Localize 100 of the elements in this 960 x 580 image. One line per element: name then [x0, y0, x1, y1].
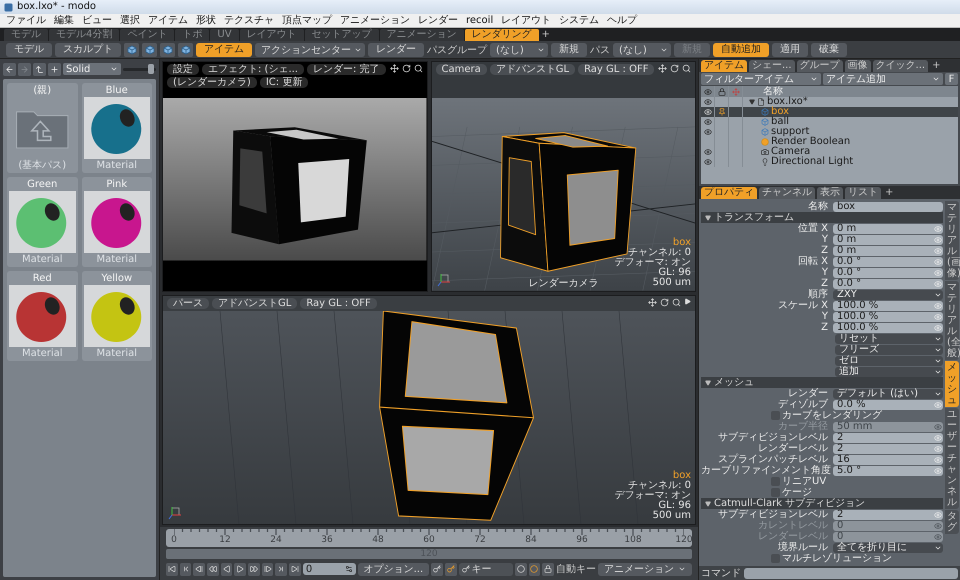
- number-field[interactable]: 2: [833, 432, 943, 442]
- animation-dropdown[interactable]: アニメーション: [598, 562, 692, 576]
- panel-tab[interactable]: グループ: [796, 60, 843, 72]
- number-field[interactable]: 0.0 °: [833, 278, 943, 288]
- outliner-row[interactable]: Directional Light: [701, 157, 958, 167]
- add-tab-button[interactable]: +: [930, 60, 942, 72]
- key-tool-button[interactable]: [514, 562, 527, 576]
- dropdown-button[interactable]: ゼロ: [835, 356, 943, 366]
- tool-button[interactable]: 破棄: [811, 42, 847, 56]
- panel-tab[interactable]: アイテム: [701, 60, 747, 72]
- tool-button[interactable]: 適用: [772, 42, 808, 56]
- layout-tab[interactable]: モデル4分割: [49, 29, 120, 41]
- menu-item[interactable]: recoil: [462, 14, 498, 27]
- menu-item[interactable]: 編集: [50, 14, 78, 27]
- frame-field[interactable]: 0: [302, 563, 356, 575]
- filter-button[interactable]: F: [945, 73, 958, 85]
- key-tool-button[interactable]: [528, 562, 540, 576]
- transport-button[interactable]: [289, 562, 301, 576]
- menu-item[interactable]: レイアウト: [497, 14, 556, 27]
- move-icon[interactable]: [658, 64, 668, 73]
- transport-button[interactable]: [193, 562, 206, 576]
- number-field[interactable]: 16: [833, 454, 943, 464]
- dropdown[interactable]: アクションセンター: [255, 42, 365, 56]
- checkbox[interactable]: [771, 488, 780, 497]
- number-field[interactable]: 0 m: [833, 246, 943, 256]
- section-header[interactable]: メッシュ: [701, 377, 943, 388]
- viewport-button[interactable]: 設定: [167, 64, 199, 75]
- add-item-dropdown[interactable]: アイテム追加: [823, 73, 943, 85]
- side-tab[interactable]: タグ: [945, 510, 959, 534]
- number-field[interactable]: 2: [833, 510, 943, 520]
- menu-item[interactable]: ファイル: [2, 14, 50, 27]
- back-button[interactable]: [3, 62, 16, 76]
- key-field[interactable]: キー: [458, 562, 513, 576]
- tool-button[interactable]: スカルプト: [55, 42, 121, 56]
- command-field[interactable]: [744, 568, 958, 578]
- menu-item[interactable]: システム: [555, 14, 604, 27]
- selection-mode-button[interactable]: [142, 42, 157, 56]
- number-field[interactable]: 5.0 °: [833, 466, 943, 476]
- menu-item[interactable]: 頂点マップ: [278, 14, 336, 27]
- number-field[interactable]: 100.0 %: [833, 322, 943, 332]
- layout-tab[interactable]: UV: [210, 29, 239, 41]
- rotate-icon[interactable]: [660, 298, 669, 306]
- layout-tab[interactable]: セットアップ: [304, 29, 379, 41]
- text-field[interactable]: box: [833, 202, 943, 212]
- filter-dropdown[interactable]: フィルターアイテム: [701, 73, 821, 85]
- outliner-row[interactable]: ball: [701, 117, 958, 127]
- panel-tab[interactable]: 表示: [817, 187, 843, 199]
- size-slider[interactable]: [123, 63, 156, 75]
- layout-tab[interactable]: レンダリング: [464, 29, 539, 41]
- expand-triangle-icon[interactable]: [749, 99, 755, 105]
- number-field[interactable]: 0.0 °: [833, 256, 943, 266]
- transport-button[interactable]: [220, 562, 232, 576]
- tool-button[interactable]: レンダー: [368, 42, 424, 56]
- dropdown-button[interactable]: フリーズ: [835, 344, 943, 354]
- layout-tab[interactable]: ペイント: [120, 29, 174, 41]
- transport-button[interactable]: [207, 562, 219, 576]
- timeline-ruler[interactable]: 0 12 24 36 48 60 72 84 96 108 120: [166, 529, 692, 547]
- transport-button[interactable]: [275, 562, 288, 576]
- dropdown-button[interactable]: 追加: [835, 366, 943, 376]
- options-button[interactable]: オプション...: [358, 562, 430, 576]
- dropdown-button[interactable]: リセット: [835, 334, 943, 344]
- play-icon[interactable]: [684, 298, 691, 304]
- transport-button[interactable]: [166, 562, 178, 576]
- rotate-icon[interactable]: [402, 64, 411, 73]
- transport-button[interactable]: [262, 562, 274, 576]
- section-header[interactable]: トランスフォーム: [701, 212, 943, 223]
- menu-item[interactable]: 形状: [192, 14, 220, 27]
- panel-tab[interactable]: リスト: [845, 187, 881, 199]
- view-mode-dropdown[interactable]: Solid: [63, 63, 121, 75]
- number-field[interactable]: 100.0 %: [833, 300, 943, 310]
- outliner-row[interactable]: box: [701, 107, 958, 117]
- panel-tab[interactable]: クイック...: [872, 60, 928, 72]
- key-tool-button[interactable]: [542, 562, 554, 576]
- number-field[interactable]: 100.0 %: [833, 312, 943, 322]
- tool-button[interactable]: アイテム: [196, 42, 252, 56]
- selection-mode-button[interactable]: [124, 42, 139, 56]
- add-tab-button[interactable]: +: [883, 187, 896, 199]
- layout-tab[interactable]: モデル: [4, 29, 48, 41]
- add-tab-button[interactable]: +: [540, 29, 552, 41]
- number-field[interactable]: 0 m: [833, 234, 943, 244]
- dropdown[interactable]: 全てを折り目に: [833, 542, 943, 552]
- viewport-button[interactable]: アドバンストGL: [490, 64, 576, 75]
- add-button[interactable]: [48, 62, 61, 76]
- search-icon[interactable]: [414, 64, 423, 73]
- key-tool-button[interactable]: [444, 562, 457, 576]
- viewport-button[interactable]: レンダー: 完了: [307, 64, 386, 75]
- search-icon[interactable]: [682, 64, 692, 73]
- outliner-row[interactable]: Camera: [701, 147, 958, 157]
- section-header[interactable]: Catmull-Clark サブディビジョン: [701, 498, 943, 509]
- panel-tab[interactable]: プロパティ: [701, 187, 757, 199]
- tool-button[interactable]: 自動追加: [713, 42, 769, 56]
- panel-tab[interactable]: シェー...: [749, 60, 795, 72]
- viewport-button[interactable]: (レンダーカメラ): [167, 77, 257, 88]
- dropdown[interactable]: デフォルト (はい): [833, 388, 943, 398]
- viewport-button[interactable]: アドバンストGL: [212, 298, 298, 308]
- move-icon[interactable]: [648, 298, 657, 306]
- transport-button[interactable]: [180, 562, 192, 576]
- outliner-row[interactable]: support: [701, 127, 958, 137]
- move-icon[interactable]: [390, 64, 399, 73]
- transport-button[interactable]: [234, 562, 246, 576]
